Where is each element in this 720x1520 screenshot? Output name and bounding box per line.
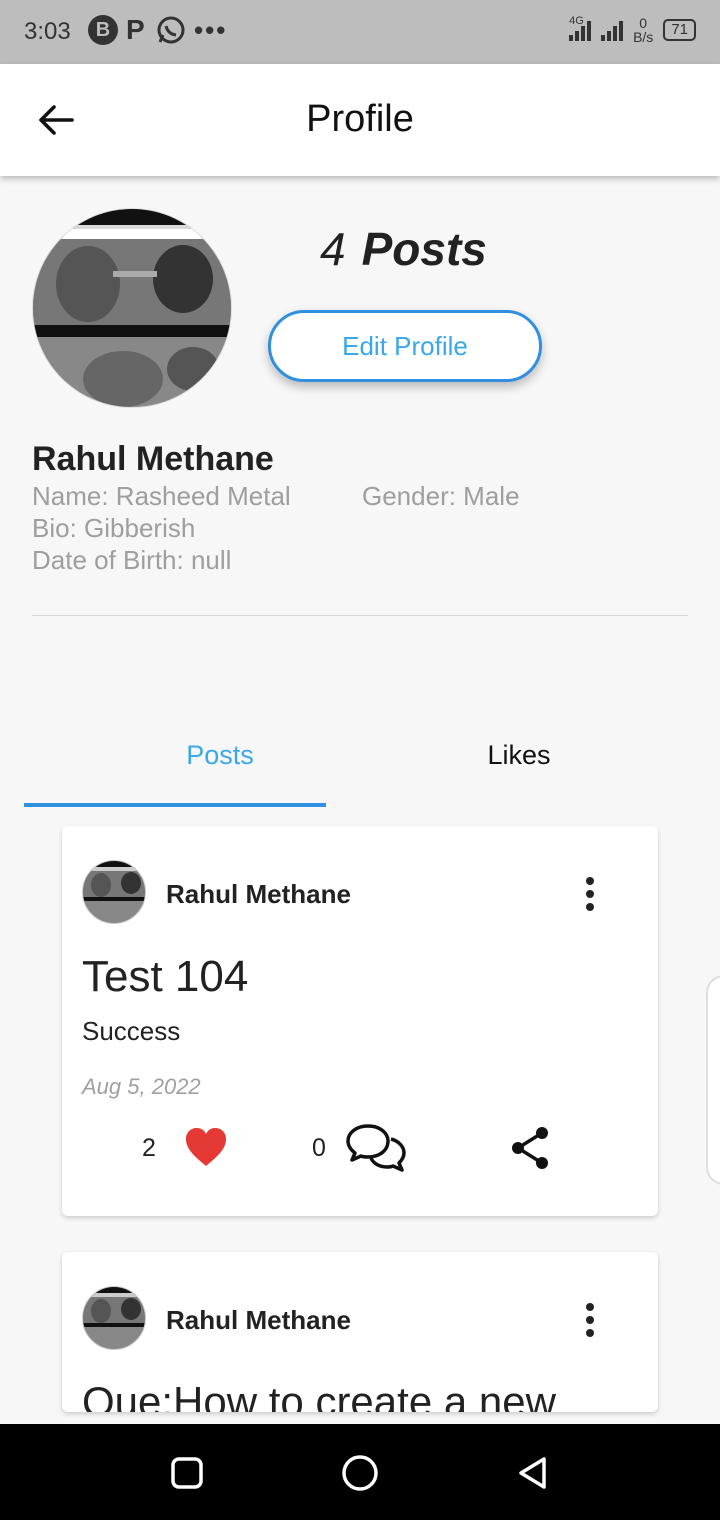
circle-icon: [342, 1455, 378, 1491]
profile-gender-line: Gender: Male: [362, 481, 520, 511]
notification-p-icon: P: [126, 14, 145, 45]
heart-icon[interactable]: [184, 1126, 228, 1168]
nav-back-button[interactable]: [508, 1448, 558, 1498]
edge-panel-handle[interactable]: [706, 975, 720, 1185]
post-author[interactable]: Rahul Methane: [166, 1305, 351, 1336]
more-vert-icon[interactable]: [578, 1300, 602, 1340]
post-title: Que:How to create a new: [82, 1378, 556, 1412]
whatsapp-icon: [157, 16, 185, 44]
like-count: 2: [142, 1134, 156, 1162]
profile-name-line: Name: Rasheed Metal: [32, 481, 291, 511]
signal-2-icon: [601, 19, 624, 41]
comment-count: 0: [312, 1134, 326, 1162]
tab-likes[interactable]: Likes: [369, 740, 669, 771]
notification-icons: B P •••: [88, 14, 227, 46]
battery-icon: 71: [663, 19, 696, 41]
square-icon: [171, 1457, 203, 1489]
tab-indicator: [24, 803, 326, 807]
share-icon[interactable]: [510, 1126, 550, 1170]
network-type-label: 4G: [569, 15, 584, 27]
post-author[interactable]: Rahul Methane: [166, 879, 351, 910]
profile-dob-line: Date of Birth: null: [32, 545, 232, 575]
more-vert-icon[interactable]: [578, 874, 602, 914]
profile-bio-line: Bio: Gibberish: [32, 513, 196, 543]
post-card[interactable]: Rahul Methane Que:How to create a new: [62, 1252, 658, 1412]
status-time: 3:03: [24, 18, 71, 45]
profile-display-name: Rahul Methane: [32, 440, 274, 478]
posts-count: 4 Posts: [320, 223, 487, 275]
net-speed: 0 B/s: [633, 15, 654, 45]
author-avatar[interactable]: [82, 860, 146, 924]
edit-profile-button[interactable]: Edit Profile: [268, 310, 542, 382]
post-body: Success: [82, 1016, 181, 1046]
page-title: Profile: [306, 98, 414, 140]
status-bar: 3:03 B P ••• 4G 0 B/s 71: [0, 0, 720, 64]
tab-posts[interactable]: Posts: [70, 740, 370, 771]
notification-b-icon: B: [88, 15, 118, 45]
post-date: Aug 5, 2022: [82, 1074, 201, 1099]
avatar-image: [33, 209, 231, 407]
post-title: Test 104: [82, 952, 249, 1001]
recents-button[interactable]: [162, 1448, 212, 1498]
app-bar: Profile: [0, 64, 720, 176]
system-nav-bar: [0, 1424, 720, 1520]
divider: [32, 615, 688, 616]
more-notifications-icon: •••: [194, 14, 228, 45]
system-indicators: 4G 0 B/s 71: [569, 15, 696, 45]
triangle-back-icon: [519, 1457, 546, 1489]
profile-avatar[interactable]: [32, 208, 232, 408]
comments-icon[interactable]: [344, 1122, 408, 1174]
post-card[interactable]: Rahul Methane Test 104 Success Aug 5, 20…: [62, 826, 658, 1216]
author-avatar[interactable]: [82, 1286, 146, 1350]
home-button[interactable]: [335, 1448, 385, 1498]
